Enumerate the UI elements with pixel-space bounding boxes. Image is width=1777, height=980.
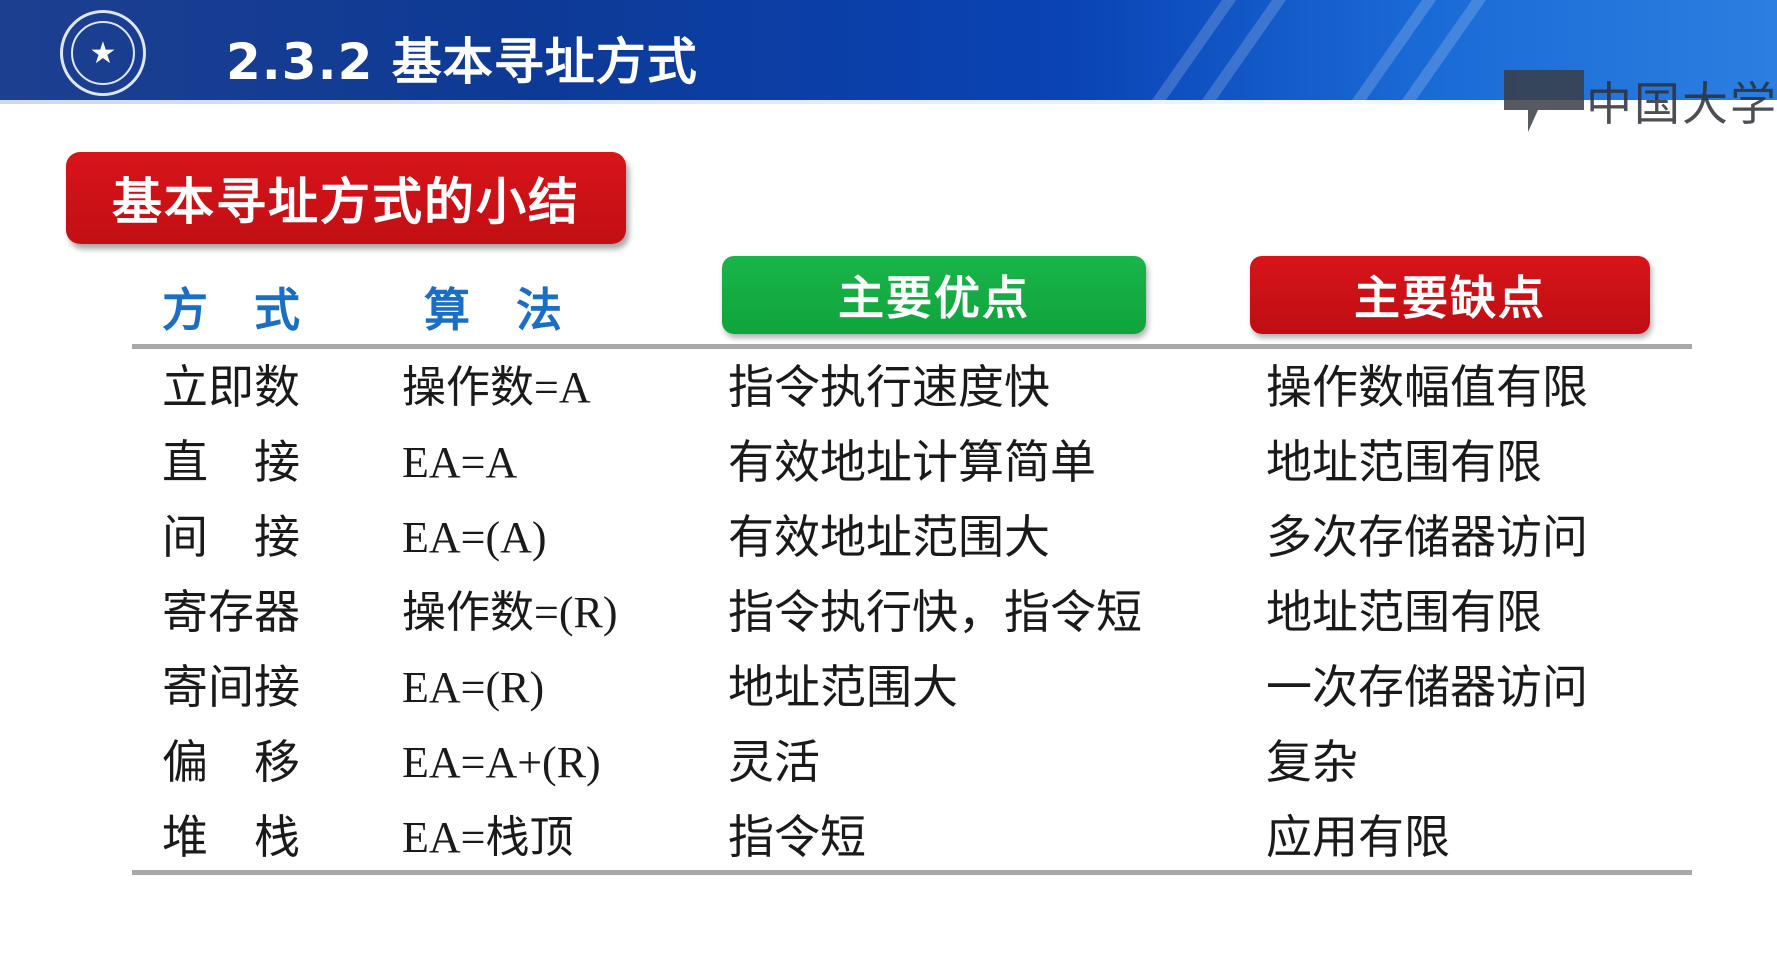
mooc-logo-icon [1504, 70, 1584, 132]
cell-disadvantage: 地址范围有限 [1266, 585, 1542, 639]
cell-algorithm: EA=栈顶 [402, 813, 574, 862]
cell-algorithm: 操作数=(R) [402, 588, 618, 637]
summary-badge: 基本寻址方式的小结 [66, 152, 626, 244]
cell-advantage: 地址范围大 [728, 660, 958, 714]
cell-disadvantage: 多次存储器访问 [1266, 510, 1588, 564]
cell-advantage: 灵活 [728, 735, 820, 789]
column-heading-disadvantage: 主要缺点 [1250, 256, 1650, 334]
star-icon: ★ [71, 21, 135, 85]
banner-stripe [1123, 0, 1251, 104]
cell-advantage: 指令执行速度快 [728, 360, 1050, 414]
cell-disadvantage: 操作数幅值有限 [1266, 360, 1588, 414]
table-bottom-rule [132, 870, 1692, 875]
university-seal-icon: ★ [60, 10, 146, 96]
mooc-logo: 中国大学 [1504, 66, 1776, 132]
mooc-logo-text: 中国大学 [1586, 77, 1777, 131]
table-row: 立即数 操作数=A 指令执行速度快 操作数幅值有限 [0, 350, 1777, 425]
cell-algorithm: EA=(R) [402, 663, 545, 712]
cell-mode: 直 接 [162, 435, 300, 489]
cell-advantage: 指令执行快，指令短 [728, 585, 1142, 639]
cell-disadvantage: 应用有限 [1266, 810, 1450, 864]
cell-disadvantage: 地址范围有限 [1266, 435, 1542, 489]
table-top-rule [132, 344, 1692, 349]
cell-algorithm: EA=A+(R) [402, 738, 601, 787]
table-row: 寄间接 EA=(R) 地址范围大 一次存储器访问 [0, 650, 1777, 725]
banner-stripe [1323, 0, 1451, 104]
column-heading-algorithm: 算 法 [424, 283, 562, 337]
cell-mode: 间 接 [162, 510, 300, 564]
cell-algorithm: 操作数=A [402, 363, 591, 412]
cell-mode: 寄间接 [162, 660, 300, 714]
page-title: 2.3.2 基本寻址方式 [226, 33, 698, 91]
cell-mode: 堆 栈 [162, 810, 300, 864]
table-row: 偏 移 EA=A+(R) 灵活 复杂 [0, 725, 1777, 800]
column-heading-mode: 方 式 [162, 283, 300, 337]
cell-algorithm: EA=A [402, 438, 518, 487]
cell-advantage: 有效地址范围大 [728, 510, 1050, 564]
cell-advantage: 指令短 [728, 810, 866, 864]
cell-disadvantage: 复杂 [1266, 735, 1358, 789]
cell-algorithm: EA=(A) [402, 513, 547, 562]
table-row: 堆 栈 EA=栈顶 指令短 应用有限 [0, 800, 1777, 875]
column-heading-advantage: 主要优点 [722, 256, 1146, 334]
table-row: 直 接 EA=A 有效地址计算简单 地址范围有限 [0, 425, 1777, 500]
cell-mode: 偏 移 [162, 735, 300, 789]
cell-disadvantage: 一次存储器访问 [1266, 660, 1588, 714]
cell-mode: 寄存器 [162, 585, 300, 639]
table-row: 寄存器 操作数=(R) 指令执行快，指令短 地址范围有限 [0, 575, 1777, 650]
cell-mode: 立即数 [162, 360, 300, 414]
cell-advantage: 有效地址计算简单 [728, 435, 1096, 489]
table-row: 间 接 EA=(A) 有效地址范围大 多次存储器访问 [0, 500, 1777, 575]
